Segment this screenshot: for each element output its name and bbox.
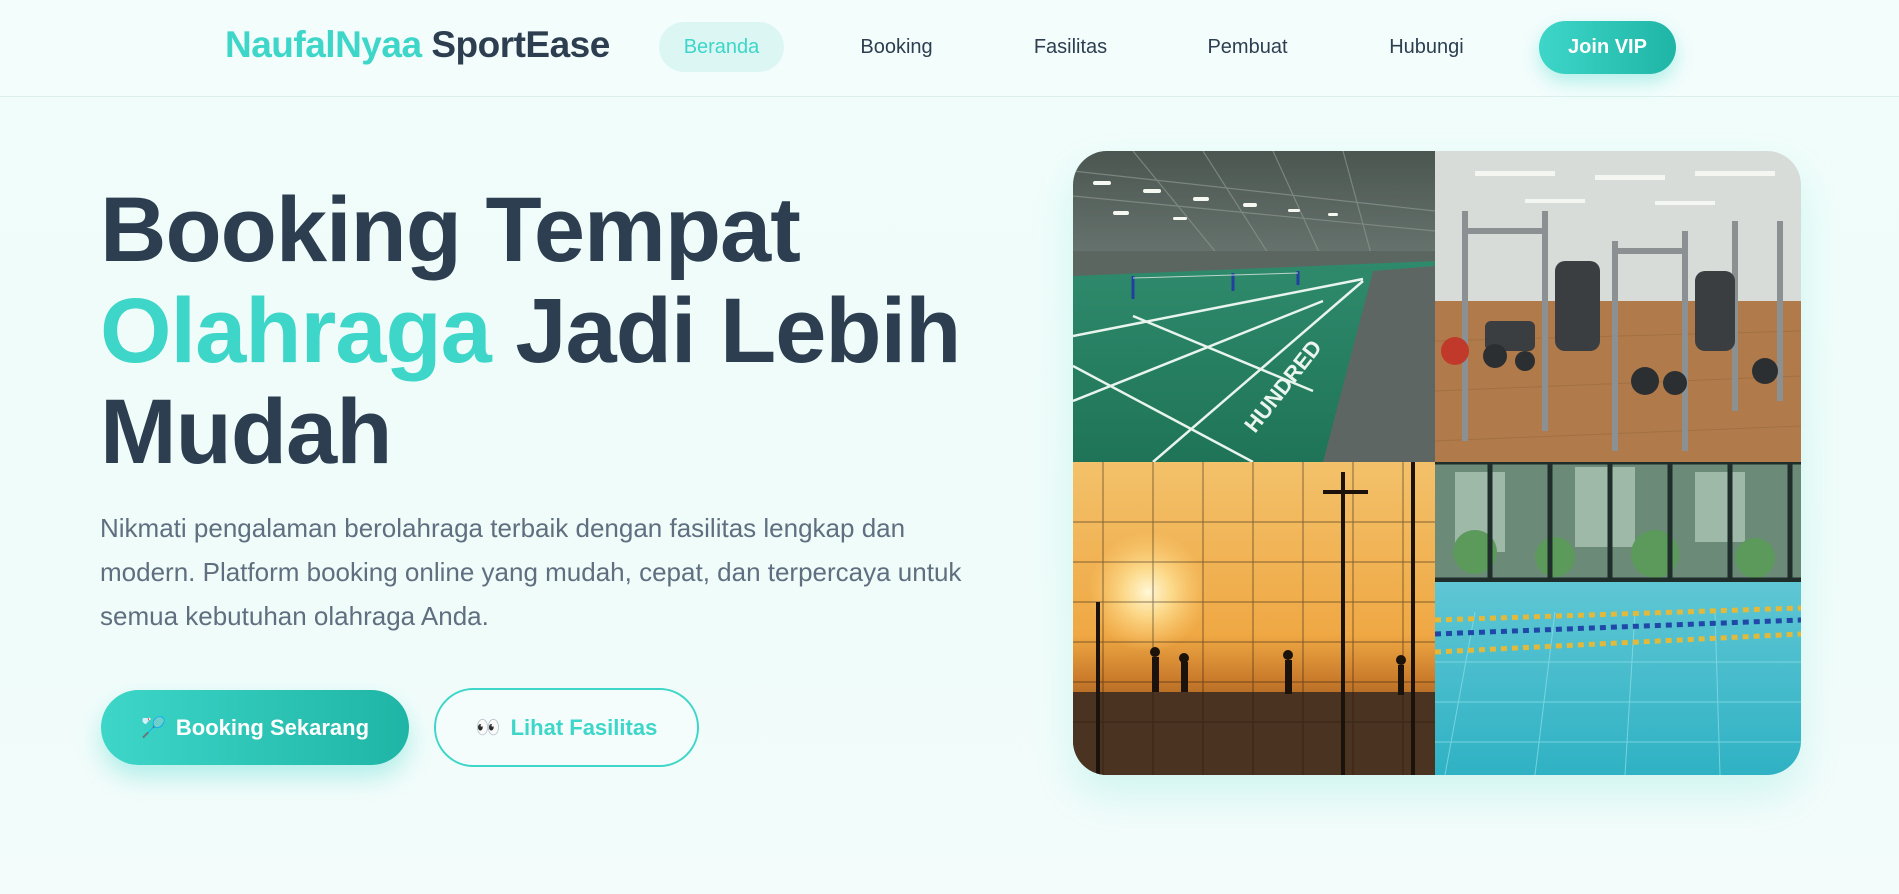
view-facilities-label: Lihat Fasilitas <box>510 714 658 740</box>
booking-now-label: Booking Sekarang <box>175 714 370 740</box>
eyes-icon: 👀 <box>475 716 501 739</box>
gym-image <box>1435 151 1801 462</box>
hero-title-line3: Mudah <box>100 381 392 483</box>
hero-title-line1: Booking Tempat <box>100 179 801 281</box>
logo-brand-part1: NaufalNyaa <box>225 24 422 65</box>
hero-description: Nikmati pengalaman berolahraga terbaik d… <box>100 513 962 631</box>
badminton-court-image: HUNDRED <box>1073 151 1435 462</box>
nav-item-fasilitas[interactable]: Fasilitas <box>1013 22 1128 72</box>
booking-now-button[interactable]: 🏸 Booking Sekarang <box>101 690 409 765</box>
hero-title-accent: Olahraga <box>100 280 492 382</box>
join-vip-button[interactable]: Join VIP <box>1539 21 1676 74</box>
navbar: NaufalNyaa SportEase Beranda Booking Fas… <box>0 0 1899 97</box>
nav-item-hubungi[interactable]: Hubungi <box>1368 22 1485 72</box>
nav-item-booking[interactable]: Booking <box>840 22 953 72</box>
nav-item-pembuat[interactable]: Pembuat <box>1190 22 1305 72</box>
badminton-icon: 🏸 <box>140 716 166 739</box>
site-logo[interactable]: NaufalNyaa SportEase <box>225 24 610 66</box>
hero-title: Booking Tempat Olahraga Jadi Lebih Mudah <box>100 180 1000 483</box>
facility-gallery: HUNDRED <box>1073 151 1801 775</box>
nav-item-beranda[interactable]: Beranda <box>659 22 784 72</box>
hero-title-line2: Jadi Lebih <box>515 280 961 382</box>
outdoor-court-image <box>1073 462 1435 775</box>
view-facilities-button[interactable]: 👀 Lihat Fasilitas <box>434 688 699 767</box>
swimming-pool-image <box>1435 462 1801 775</box>
logo-brand-part2: SportEase <box>431 24 610 65</box>
